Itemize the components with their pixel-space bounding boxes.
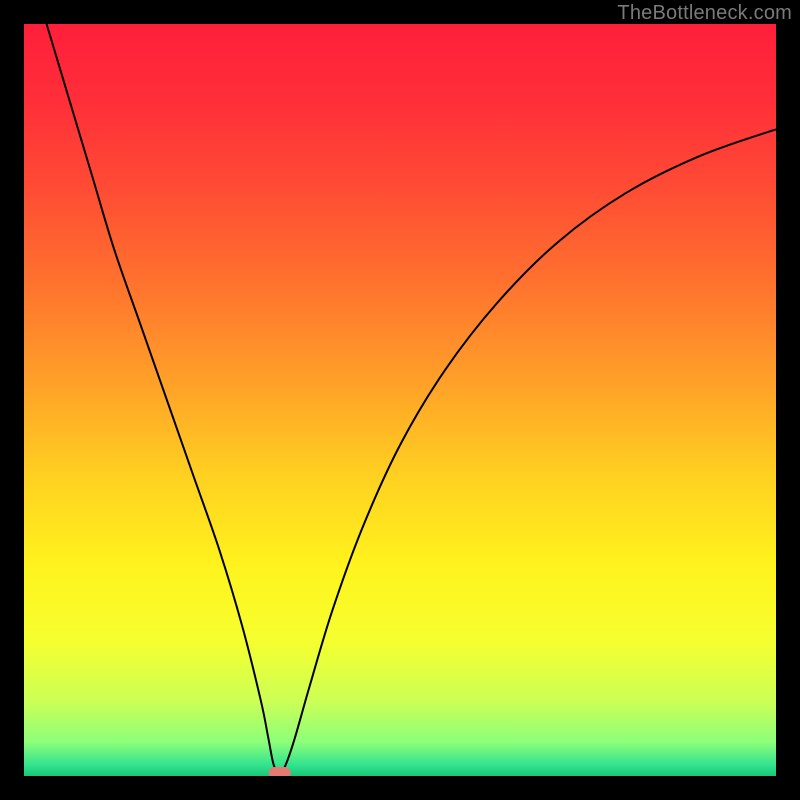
optimum-marker (269, 767, 291, 776)
watermark-text: TheBottleneck.com (617, 2, 792, 25)
plot-background (24, 24, 776, 776)
chart-frame (24, 24, 776, 776)
bottleneck-chart (24, 24, 776, 776)
